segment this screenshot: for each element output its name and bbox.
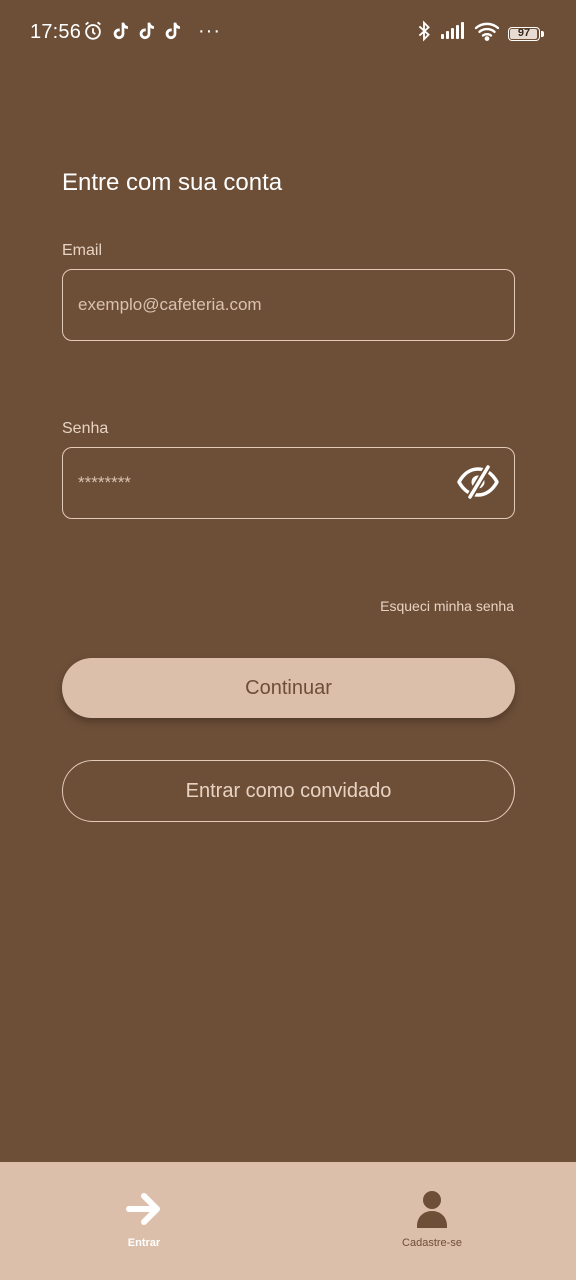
eye-off-icon	[456, 463, 500, 504]
signal-icon	[440, 22, 466, 45]
battery-percentage: 97	[517, 27, 531, 39]
email-field[interactable]	[78, 270, 438, 340]
nav-item-entrar[interactable]: Entrar	[84, 1190, 204, 1249]
alarm-icon	[82, 20, 104, 42]
status-notifications	[82, 20, 182, 42]
password-field-container	[62, 447, 515, 519]
tiktok-icon	[136, 20, 156, 42]
continue-button[interactable]: Continuar	[62, 658, 515, 718]
arrow-right-icon	[125, 1190, 163, 1233]
guest-login-button[interactable]: Entrar como convidado	[62, 760, 515, 822]
status-system-icons: 97	[416, 20, 544, 47]
tiktok-icon	[162, 20, 182, 42]
nav-item-label: Entrar	[127, 1237, 161, 1249]
tiktok-icon	[110, 20, 130, 42]
bottom-navigation: Entrar Cadastre-se	[0, 1162, 576, 1280]
battery-icon: 97	[508, 26, 544, 41]
status-bar: 17:56 ··· 97	[0, 0, 576, 64]
bluetooth-icon	[416, 20, 432, 47]
status-time: 17:56	[30, 21, 82, 43]
battery-tip	[541, 30, 544, 37]
page-title: Entre com sua conta	[62, 169, 283, 196]
more-notifications-indicator: ···	[198, 20, 221, 42]
person-icon	[415, 1190, 449, 1233]
forgot-password-link[interactable]: Esqueci minha senha	[380, 598, 514, 614]
battery-indicator: 97	[508, 26, 540, 41]
nav-item-cadastre-se[interactable]: Cadastre-se	[372, 1190, 492, 1249]
email-label: Email	[62, 242, 103, 259]
password-label: Senha	[62, 420, 109, 437]
password-field[interactable]	[78, 448, 438, 518]
login-screen: 17:56 ··· 97 Entre com sua conta Email e…	[0, 0, 576, 1280]
nav-item-label: Cadastre-se	[402, 1237, 462, 1249]
toggle-password-visibility-button[interactable]	[456, 463, 500, 504]
email-field-container	[62, 269, 515, 341]
wifi-icon	[474, 21, 500, 46]
